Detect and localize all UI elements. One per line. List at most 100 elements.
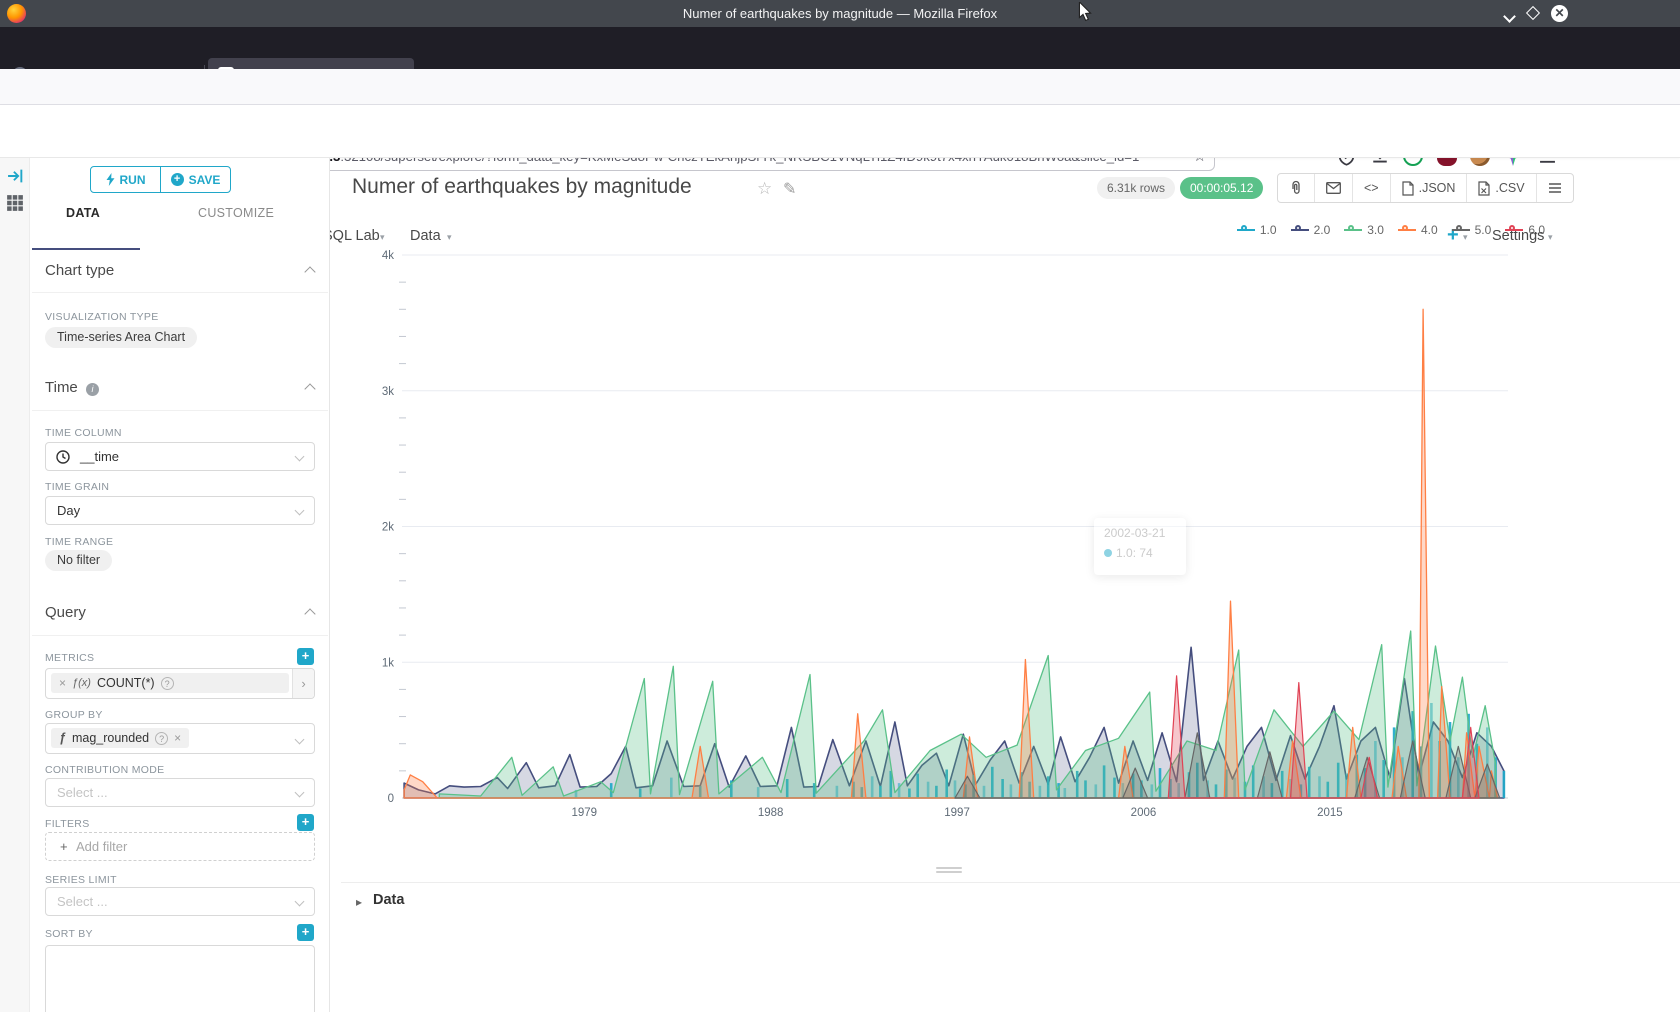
column-icon: ƒ <box>59 731 66 745</box>
legend-item-2.0[interactable]: 2.0 <box>1291 223 1331 237</box>
legend-label: 1.0 <box>1260 223 1277 237</box>
time-column-select[interactable]: __time <box>45 442 315 471</box>
info-icon: i <box>86 383 99 396</box>
group-by-select[interactable]: ƒ mag_rounded ? × <box>45 723 315 754</box>
sort-by-select[interactable] <box>45 945 315 1012</box>
section-query[interactable]: Query <box>45 604 86 621</box>
collapse-chevron-icon[interactable] <box>304 608 315 619</box>
remove-metric-icon[interactable]: × <box>59 676 66 690</box>
run-button[interactable]: RUN <box>91 167 160 192</box>
add-filter-plus-button[interactable]: + <box>297 814 314 831</box>
settings-caret-icon: ▾ <box>1548 232 1553 243</box>
legend-label: 2.0 <box>1314 223 1331 237</box>
collapse-chevron-icon[interactable] <box>304 266 315 277</box>
row-count-badge: 6.31k rows <box>1097 177 1175 199</box>
tab-bar: Apache Druid × ∞ Numer of earthquakes by… <box>0 27 1680 69</box>
expand-metric-chevron[interactable]: › <box>292 669 314 698</box>
window-titlebar: Numer of earthquakes by magnitude — Mozi… <box>0 0 1680 27</box>
run-save-group: RUN + SAVE <box>90 166 231 193</box>
legend-item-6.0[interactable]: 6.0 <box>1505 223 1545 237</box>
window-title: Numer of earthquakes by magnitude — Mozi… <box>0 6 1680 21</box>
plus-circle-icon: + <box>171 173 184 186</box>
time-column-label: TIME COLUMN <box>45 427 122 439</box>
time-grain-value: Day <box>57 503 80 518</box>
email-button[interactable] <box>1314 174 1352 202</box>
metric-pill[interactable]: × ƒ(x) COUNT(*) ? <box>51 673 289 693</box>
add-metric-button[interactable]: + <box>297 648 314 665</box>
divider <box>32 410 328 411</box>
nav-data[interactable]: Data <box>410 228 441 244</box>
resize-handle[interactable] <box>936 867 962 875</box>
viz-type-label: VISUALIZATION TYPE <box>45 311 159 323</box>
divider <box>32 635 328 636</box>
legend-item-1.0[interactable]: 1.0 <box>1237 223 1277 237</box>
time-range-pill[interactable]: No filter <box>45 550 112 571</box>
metric-control[interactable]: × ƒ(x) COUNT(*) ? › <box>45 668 315 699</box>
sort-by-label: SORT BY <box>45 928 93 940</box>
chart-title: Numer of earthquakes by magnitude <box>352 175 692 199</box>
paperclip-icon <box>1289 180 1303 196</box>
divider <box>32 292 328 293</box>
embed-code-button[interactable]: <> <box>1352 174 1390 202</box>
edit-title-icon[interactable]: ✎ <box>783 179 796 199</box>
export-csv-button[interactable]: .CSV <box>1466 174 1535 202</box>
legend-item-4.0[interactable]: 4.0 <box>1398 223 1438 237</box>
export-json-button[interactable]: .JSON <box>1390 174 1467 202</box>
metric-name: COUNT(*) <box>97 676 155 690</box>
expand-caret-icon[interactable]: ▸ <box>356 895 362 909</box>
tab-data[interactable]: DATA <box>66 206 100 220</box>
metrics-label: METRICS <box>45 652 94 664</box>
fx-icon: ƒ(x) <box>72 677 91 689</box>
group-by-value: mag_rounded <box>72 731 149 745</box>
group-by-label: GROUP BY <box>45 709 103 721</box>
chart-menu-button[interactable] <box>1536 174 1573 202</box>
window-close-icon[interactable]: ✕ <box>1551 5 1568 22</box>
svg-text:0: 0 <box>388 793 394 805</box>
tooltip-series: 1.0 <box>1116 546 1133 560</box>
legend-label: 5.0 <box>1475 223 1492 237</box>
svg-text:4k: 4k <box>382 250 394 262</box>
legend-marker-icon <box>1344 225 1362 235</box>
svg-text:3k: 3k <box>382 386 394 398</box>
favorite-star-icon[interactable]: ☆ <box>757 179 772 199</box>
file-x-icon <box>1478 181 1490 196</box>
save-button[interactable]: + SAVE <box>160 167 230 192</box>
time-range-label: TIME RANGE <box>45 536 113 548</box>
svg-text:1997: 1997 <box>944 807 970 819</box>
add-sort-by-button[interactable]: + <box>297 924 314 941</box>
section-chart-type[interactable]: Chart type <box>45 262 114 279</box>
legend-marker-icon <box>1452 225 1470 235</box>
select-placeholder: Select ... <box>57 894 108 909</box>
svg-text:1988: 1988 <box>758 807 784 819</box>
svg-text:1979: 1979 <box>571 807 597 819</box>
add-filter-dropzone[interactable]: + Add filter <box>45 832 315 861</box>
chevron-down-icon <box>295 897 305 907</box>
time-grain-select[interactable]: Day <box>45 496 315 525</box>
nav-sql-lab[interactable]: SQL Lab <box>323 228 380 244</box>
viz-type-pill[interactable]: Time-series Area Chart <box>45 327 197 348</box>
time-grain-label: TIME GRAIN <box>45 481 109 493</box>
legend-item-3.0[interactable]: 3.0 <box>1344 223 1384 237</box>
collapse-panel-icon[interactable] <box>7 168 24 184</box>
chart-actions-group: <> .JSON .CSV <box>1277 173 1574 203</box>
timeseries-area-chart[interactable]: 01k2k3k4k19791988199720062015 <box>340 245 1680 830</box>
remove-group-by-icon[interactable]: × <box>174 731 181 745</box>
contribution-mode-select[interactable]: Select ... <box>45 778 315 807</box>
results-panel-label[interactable]: Data <box>373 892 404 908</box>
browser-toolbar: ← → 172.18.0.3:32108/superset/explore/?f… <box>0 69 1680 105</box>
time-column-value: __time <box>80 449 119 464</box>
data-caret-icon: ▾ <box>447 232 452 243</box>
screen: Numer of earthquakes by magnitude — Mozi… <box>0 0 1680 1012</box>
copy-link-button[interactable] <box>1278 174 1314 202</box>
legend-item-5.0[interactable]: 5.0 <box>1452 223 1492 237</box>
dataset-grid-icon[interactable] <box>6 194 24 212</box>
chevron-down-icon <box>295 735 305 745</box>
chevron-down-icon <box>295 452 305 462</box>
legend-label: 6.0 <box>1528 223 1545 237</box>
collapse-chevron-icon[interactable] <box>304 383 315 394</box>
section-time[interactable]: Time i <box>45 379 99 396</box>
series-limit-select[interactable]: Select ... <box>45 887 315 916</box>
file-icon <box>1402 181 1414 196</box>
group-by-pill[interactable]: ƒ mag_rounded ? × <box>51 728 189 748</box>
tab-customize[interactable]: CUSTOMIZE <box>198 206 274 220</box>
